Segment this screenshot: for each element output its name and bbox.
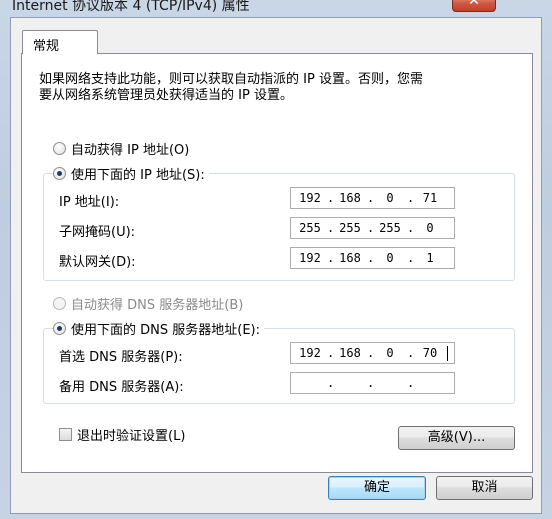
ip-dot: . (367, 376, 375, 390)
pdns-octet-3: 0 (386, 346, 394, 360)
gateway-octet-3: 0 (386, 251, 394, 265)
radio-manual-ip-button[interactable] (53, 167, 66, 180)
ip-dot: . (407, 376, 415, 390)
validate-on-exit-checkbox[interactable]: 退出时验证设置(L) (59, 425, 185, 444)
subnet-mask-label: 子网掩码(U): (59, 225, 136, 240)
mask-octet-2: 255 (339, 221, 361, 235)
ip-address-label: IP 地址(I): (59, 195, 120, 210)
gateway-octet-1: 192 (299, 251, 321, 265)
mask-octet-4: 0 (426, 221, 434, 235)
window-title: Internet 协议版本 4 (TCP/IPv4) 属性 (12, 0, 250, 14)
advanced-button[interactable]: 高级(V)... (398, 426, 515, 450)
intro-text: 如果网络支持此功能，则可以获取自动指派的 IP 设置。否则，您需 要从网络系统管… (39, 72, 423, 103)
ip-octet-3: 0 (386, 191, 394, 205)
subnet-mask-input[interactable]: 255 . 255 . 255 . 0 (290, 217, 455, 239)
radio-manual-dns-label: 使用下面的 DNS 服务器地址(E): (71, 323, 260, 338)
gateway-input[interactable]: 192 . 168 . 0 . 1 (290, 247, 455, 269)
radio-auto-dns-button[interactable] (53, 297, 66, 310)
radio-auto-dns-label: 自动获得 DNS 服务器地址(B) (71, 298, 244, 313)
dialog-frame: 常规 如果网络支持此功能，则可以获取自动指派的 IP 设置。否则，您需 要从网络… (10, 17, 542, 514)
preferred-dns-input[interactable]: 192 . 168 . 0 . 70 (290, 342, 455, 364)
ip-octet-1: 192 (299, 191, 321, 205)
mask-octet-3: 255 (379, 221, 401, 235)
gateway-octet-4: 1 (426, 251, 434, 265)
title-bar: Internet 协议版本 4 (TCP/IPv4) 属性 ✕ (0, 0, 552, 16)
gateway-octet-2: 168 (339, 251, 361, 265)
radio-manual-ip-label: 使用下面的 IP 地址(S): (71, 168, 205, 183)
ip-octet-4: 71 (422, 191, 438, 205)
radio-manual-ip[interactable]: 使用下面的 IP 地址(S): (53, 164, 209, 183)
ip-dot: . (327, 376, 335, 390)
pdns-octet-1: 192 (299, 346, 321, 360)
radio-auto-ip-label: 自动获得 IP 地址(O) (71, 143, 190, 158)
alternate-dns-label: 备用 DNS 服务器(A): (59, 380, 184, 395)
ok-button[interactable]: 确定 (328, 476, 426, 500)
preferred-dns-label: 首选 DNS 服务器(P): (59, 350, 183, 365)
tab-general[interactable]: 常规 (22, 30, 98, 54)
mask-octet-1: 255 (299, 221, 321, 235)
radio-manual-dns[interactable]: 使用下面的 DNS 服务器地址(E): (53, 319, 264, 338)
radio-auto-ip[interactable]: 自动获得 IP 地址(O) (53, 139, 189, 158)
cancel-button[interactable]: 取消 (436, 476, 533, 500)
radio-manual-dns-button[interactable] (53, 322, 66, 335)
radio-auto-ip-button[interactable] (53, 142, 66, 155)
ip-octet-2: 168 (339, 191, 361, 205)
text-caret (447, 346, 448, 361)
pdns-octet-4: 70 (422, 346, 438, 360)
alternate-dns-input[interactable]: . . . (290, 372, 455, 394)
validate-checkbox-box[interactable] (59, 428, 72, 441)
validate-checkbox-label: 退出时验证设置(L) (77, 429, 186, 444)
radio-auto-dns[interactable]: 自动获得 DNS 服务器地址(B) (53, 294, 243, 313)
ip-address-input[interactable]: 192 . 168 . 0 . 71 (290, 187, 455, 209)
close-button[interactable]: ✕ (452, 0, 496, 12)
pdns-octet-2: 168 (339, 346, 361, 360)
gateway-label: 默认网关(D): (59, 255, 136, 270)
close-icon: ✕ (468, 0, 480, 9)
tab-label: 常规 (33, 39, 60, 54)
